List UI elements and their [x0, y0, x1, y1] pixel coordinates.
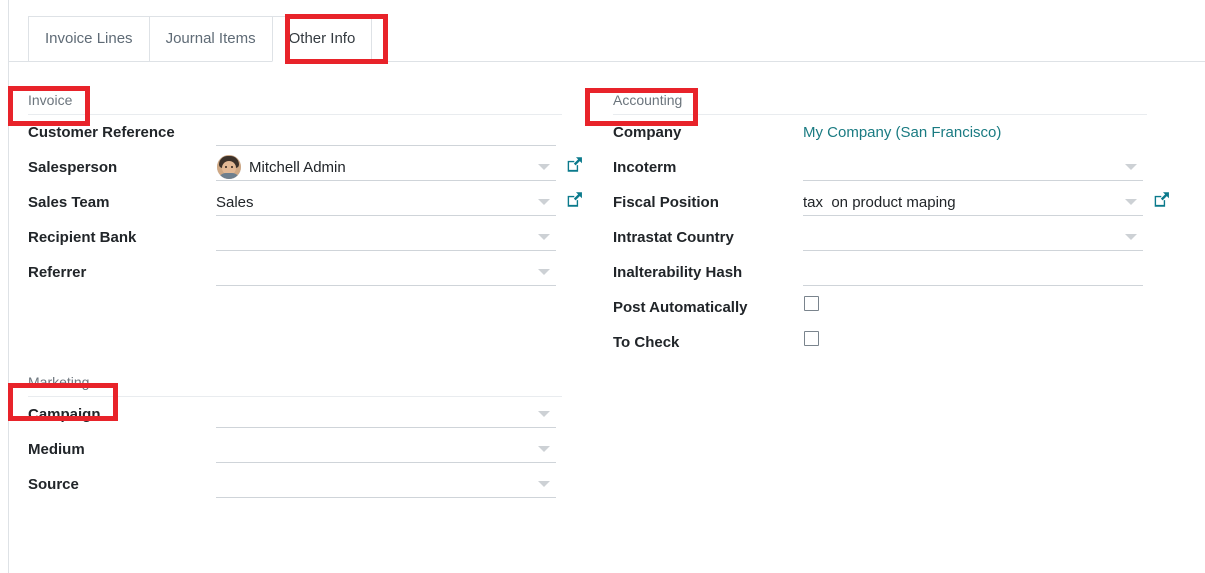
field-control[interactable]: [216, 115, 556, 150]
field-label: Post Automatically: [613, 299, 748, 316]
field-label: To Check: [613, 334, 680, 351]
field-label: Sales Team: [28, 194, 110, 211]
checkbox-to-check[interactable]: [804, 331, 819, 346]
chevron-down-icon[interactable]: [538, 481, 550, 487]
tab-journal-items[interactable]: Journal Items: [148, 16, 273, 62]
field-control[interactable]: [216, 432, 556, 467]
field-control[interactable]: My Company (San Francisco): [803, 115, 1143, 150]
chevron-down-icon[interactable]: [538, 164, 550, 170]
field-row: Medium: [9, 432, 594, 467]
chevron-down-icon[interactable]: [538, 446, 550, 452]
tab-label: Invoice Lines: [45, 30, 133, 47]
input-underline: [803, 285, 1143, 286]
field-row: Company My Company (San Francisco): [594, 115, 1179, 150]
field-value: Sales: [216, 194, 254, 211]
group-invoice: Invoice Customer Reference Salesperson Mitc…: [9, 88, 594, 290]
input-underline: [216, 462, 556, 463]
user-avatar: [217, 155, 241, 179]
field-control: [803, 290, 1143, 325]
form-body: Invoice Customer Reference Salesperson Mitc…: [9, 62, 1205, 573]
field-control[interactable]: [216, 255, 556, 290]
input-underline: [216, 180, 556, 181]
tab-invoice-lines[interactable]: Invoice Lines: [28, 16, 150, 62]
field-label: Recipient Bank: [28, 229, 137, 246]
external-link-icon[interactable]: [1143, 185, 1177, 220]
field-control[interactable]: Sales: [216, 185, 556, 220]
input-underline: [803, 215, 1143, 216]
other-info-form-sheet: Invoice Lines Journal Items Other Info Inv…: [0, 0, 1205, 573]
group-marketing: Marketing Campaign Medium Source: [9, 370, 594, 502]
external-link-icon[interactable]: [556, 150, 590, 185]
input-underline: [216, 427, 556, 428]
field-row: Salesperson Mitchell Admin: [9, 150, 594, 185]
field-value: tax on product maping: [803, 194, 956, 211]
group-title-accounting: Accounting: [613, 92, 683, 108]
field-label: Fiscal Position: [613, 194, 719, 211]
field-label: Salesperson: [28, 159, 118, 176]
input-underline: [803, 180, 1143, 181]
field-row: Referrer: [9, 255, 594, 290]
field-value: Mitchell Admin: [249, 159, 346, 176]
field-row: Incoterm: [594, 150, 1179, 185]
field-label: Medium: [28, 441, 85, 458]
field-row: Sales Team Sales: [9, 185, 594, 220]
group-accounting: Accounting Company My Company (San Francis…: [594, 88, 1179, 360]
chevron-down-icon[interactable]: [538, 411, 550, 417]
chevron-down-icon[interactable]: [538, 199, 550, 205]
field-label: Referrer: [28, 264, 87, 281]
input-underline: [216, 250, 556, 251]
field-control[interactable]: [216, 220, 556, 255]
field-control[interactable]: [803, 255, 1143, 290]
chevron-down-icon[interactable]: [538, 269, 550, 275]
input-underline: [216, 497, 556, 498]
tab-label: Journal Items: [165, 30, 256, 47]
chevron-down-icon[interactable]: [1125, 234, 1137, 240]
field-label: Customer Reference: [28, 124, 175, 141]
notebook: Invoice Lines Journal Items Other Info: [9, 0, 1205, 62]
chevron-down-icon[interactable]: [1125, 164, 1137, 170]
field-label: Company: [613, 124, 682, 141]
chevron-down-icon[interactable]: [538, 234, 550, 240]
field-value-link[interactable]: My Company (San Francisco): [803, 122, 1001, 144]
field-control[interactable]: [803, 220, 1143, 255]
group-title-marketing: Marketing: [28, 374, 90, 390]
chevron-down-icon[interactable]: [1125, 199, 1137, 205]
field-row: Recipient Bank: [9, 220, 594, 255]
field-control[interactable]: [216, 467, 556, 502]
field-row: To Check: [594, 325, 1179, 360]
field-label: Inalterability Hash: [613, 264, 743, 281]
tab-strip: Invoice Lines Journal Items Other Info: [9, 0, 1205, 62]
field-row: Customer Reference: [9, 115, 594, 150]
field-label: Source: [28, 476, 79, 493]
field-row: Post Automatically: [594, 290, 1179, 325]
checkbox-post-automatically[interactable]: [804, 296, 819, 311]
tab-label: Other Info: [288, 30, 356, 47]
column-right: Accounting Company My Company (San Francis…: [594, 62, 1179, 360]
field-row: Inalterability Hash: [594, 255, 1179, 290]
group-title-invoice: Invoice: [28, 92, 73, 108]
field-label: Intrastat Country: [613, 229, 734, 246]
external-link-icon[interactable]: [556, 185, 590, 220]
field-control[interactable]: tax on product maping: [803, 185, 1143, 220]
field-control[interactable]: Mitchell Admin: [216, 150, 556, 185]
input-underline: [216, 145, 556, 146]
field-row: Campaign: [9, 397, 594, 432]
input-underline: [803, 250, 1143, 251]
field-label: Campaign: [28, 406, 101, 423]
field-row: Fiscal Position tax on product maping: [594, 185, 1179, 220]
field-label: Incoterm: [613, 159, 677, 176]
column-left: Invoice Customer Reference Salesperson Mitc…: [9, 62, 594, 502]
input-underline: [216, 285, 556, 286]
field-control[interactable]: [216, 397, 556, 432]
input-underline: [216, 215, 556, 216]
field-row: Source: [9, 467, 594, 502]
tab-other-info[interactable]: Other Info: [271, 16, 373, 62]
field-control[interactable]: [803, 150, 1143, 185]
field-row: Intrastat Country: [594, 220, 1179, 255]
field-control: [803, 325, 1143, 360]
